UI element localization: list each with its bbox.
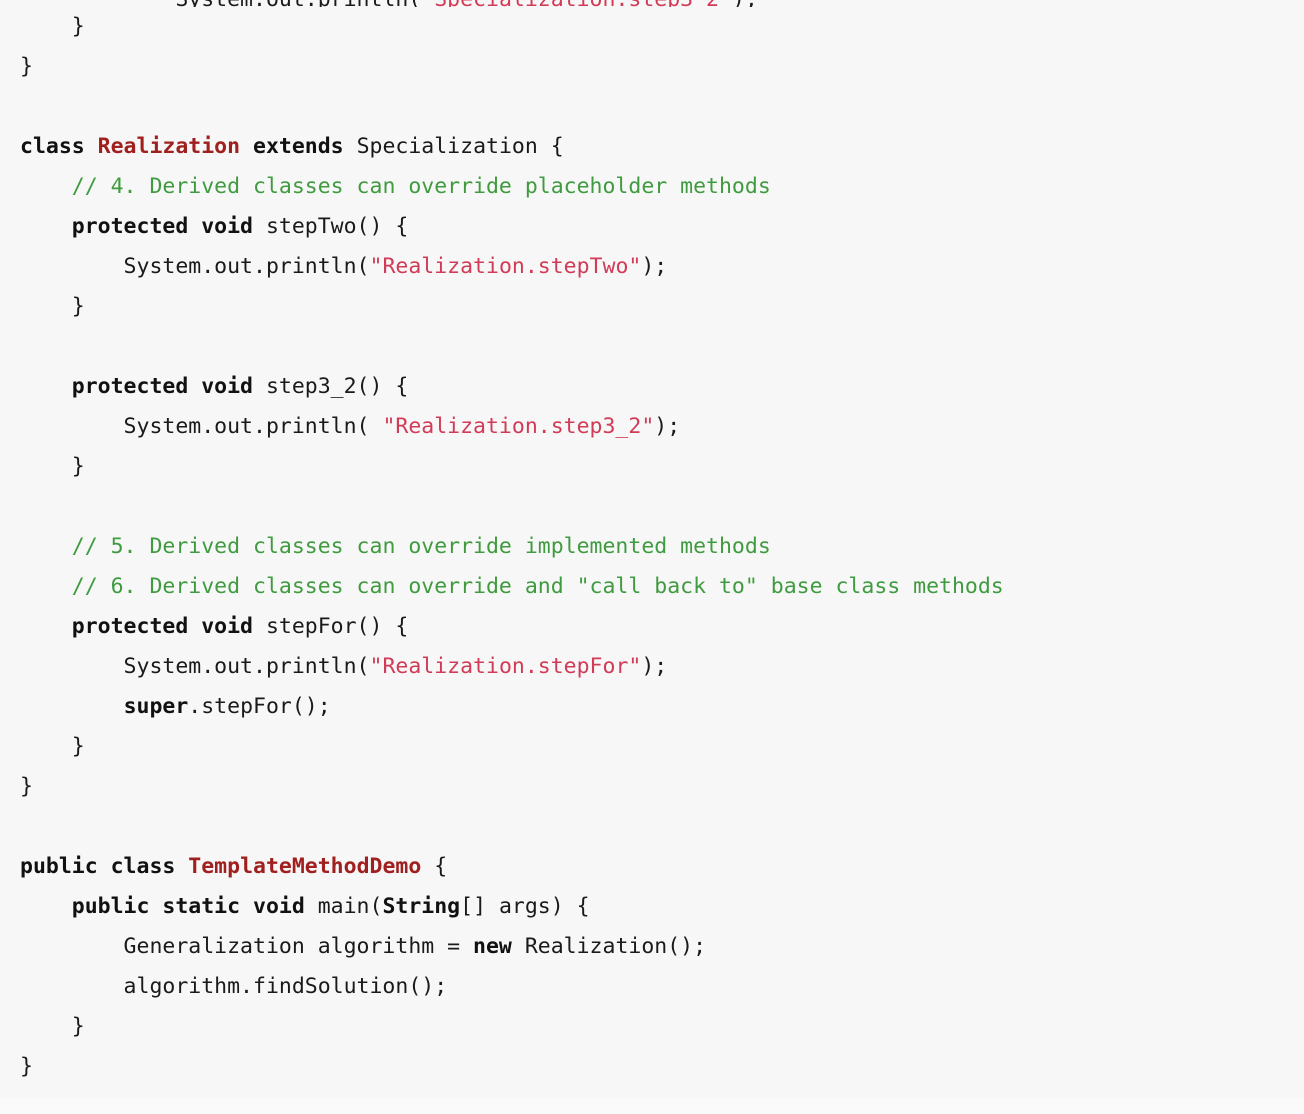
- code-line: public class TemplateMethodDemo {: [0, 847, 1304, 887]
- code-token-type: String: [382, 894, 461, 919]
- bottom-edge-strip: [0, 1098, 1304, 1114]
- code-line: Generalization algorithm = new Realizati…: [0, 927, 1304, 967]
- code-token-kw: protected void: [71, 214, 253, 239]
- code-token-plain: step3_2() {: [253, 374, 409, 399]
- code-line: System.out.println("Realization.stepTwo"…: [0, 247, 1304, 287]
- code-token-plain: System.out.println(: [20, 0, 421, 7]
- code-line: // 4. Derived classes can override place…: [0, 167, 1304, 207]
- code-line: algorithm.findSolution();: [0, 967, 1304, 1007]
- code-token-plain: stepTwo() {: [253, 214, 409, 239]
- code-line: System.out.println("Specialization.step3…: [0, 0, 1304, 7]
- code-line: protected void step3_2() {: [0, 367, 1304, 407]
- code-token-plain: stepFor() {: [253, 614, 409, 639]
- code-token-str: "Realization.step3_2": [382, 414, 655, 439]
- code-token-plain: );: [641, 654, 668, 679]
- code-line: super.stepFor();: [0, 687, 1304, 727]
- code-token-kw: new: [473, 934, 512, 959]
- code-block[interactable]: System.out.println("Specialization.step3…: [0, 0, 1304, 1087]
- code-token-kw: class: [20, 134, 98, 159]
- code-token-class: TemplateMethodDemo: [188, 854, 422, 879]
- code-token-plain: Realization();: [511, 934, 707, 959]
- code-line: System.out.println("Realization.stepFor"…: [0, 647, 1304, 687]
- code-token-plain: algorithm.findSolution();: [20, 974, 448, 999]
- code-line: }: [0, 727, 1304, 767]
- code-token-cmt: // 4. Derived classes can override place…: [71, 174, 771, 199]
- code-line: protected void stepTwo() {: [0, 207, 1304, 247]
- code-token-plain: }: [20, 54, 33, 79]
- code-token-plain: Generalization algorithm =: [20, 934, 474, 959]
- code-line: }: [0, 447, 1304, 487]
- code-token-plain: );: [732, 0, 758, 7]
- code-line: class Realization extends Specialization…: [0, 127, 1304, 167]
- code-token-plain: [] args) {: [460, 894, 590, 919]
- code-token-plain: .stepFor();: [188, 694, 331, 719]
- code-line: }: [0, 7, 1304, 47]
- code-token-kw: protected void: [71, 374, 253, 399]
- code-token-kw: protected void: [71, 614, 253, 639]
- code-token-plain: }: [20, 14, 85, 39]
- code-token-plain: }: [20, 454, 85, 479]
- code-token-cmt: // 6. Derived classes can override and "…: [71, 574, 1004, 599]
- code-line: }: [0, 287, 1304, 327]
- code-line: }: [0, 1007, 1304, 1047]
- code-token-plain: System.out.println(: [20, 654, 370, 679]
- code-token-kw: super: [123, 694, 189, 719]
- code-line: }: [0, 1047, 1304, 1087]
- code-line: }: [0, 767, 1304, 807]
- code-line: public static void main(String[] args) {: [0, 887, 1304, 927]
- code-token-str: "Specialization.step3_2": [421, 0, 732, 7]
- code-token-kw: extends: [253, 134, 344, 159]
- code-token-plain: System.out.println(: [20, 254, 370, 279]
- code-token-plain: System.out.println(: [20, 414, 383, 439]
- code-token-class: Realization: [97, 134, 241, 159]
- code-token-plain: }: [20, 294, 85, 319]
- code-line: }: [0, 47, 1304, 87]
- code-token-plain: }: [20, 1014, 85, 1039]
- code-token-plain: }: [20, 1054, 33, 1079]
- code-token-str: "Realization.stepTwo": [369, 254, 642, 279]
- code-token-kw: public class: [20, 854, 176, 879]
- code-line: // 5. Derived classes can override imple…: [0, 527, 1304, 567]
- code-line: System.out.println( "Realization.step3_2…: [0, 407, 1304, 447]
- code-token-plain: {: [421, 854, 448, 879]
- code-line: protected void stepFor() {: [0, 607, 1304, 647]
- code-token-plain: main(: [304, 894, 383, 919]
- code-token-plain: Specialization {: [343, 134, 564, 159]
- code-token-plain: }: [20, 774, 33, 799]
- code-token-plain: }: [20, 734, 85, 759]
- code-token-str: "Realization.stepFor": [369, 654, 642, 679]
- code-line: // 6. Derived classes can override and "…: [0, 567, 1304, 607]
- code-token-plain: );: [641, 254, 668, 279]
- code-token-kw: public static void: [71, 894, 305, 919]
- code-token-cmt: // 5. Derived classes can override imple…: [71, 534, 771, 559]
- code-token-plain: );: [654, 414, 681, 439]
